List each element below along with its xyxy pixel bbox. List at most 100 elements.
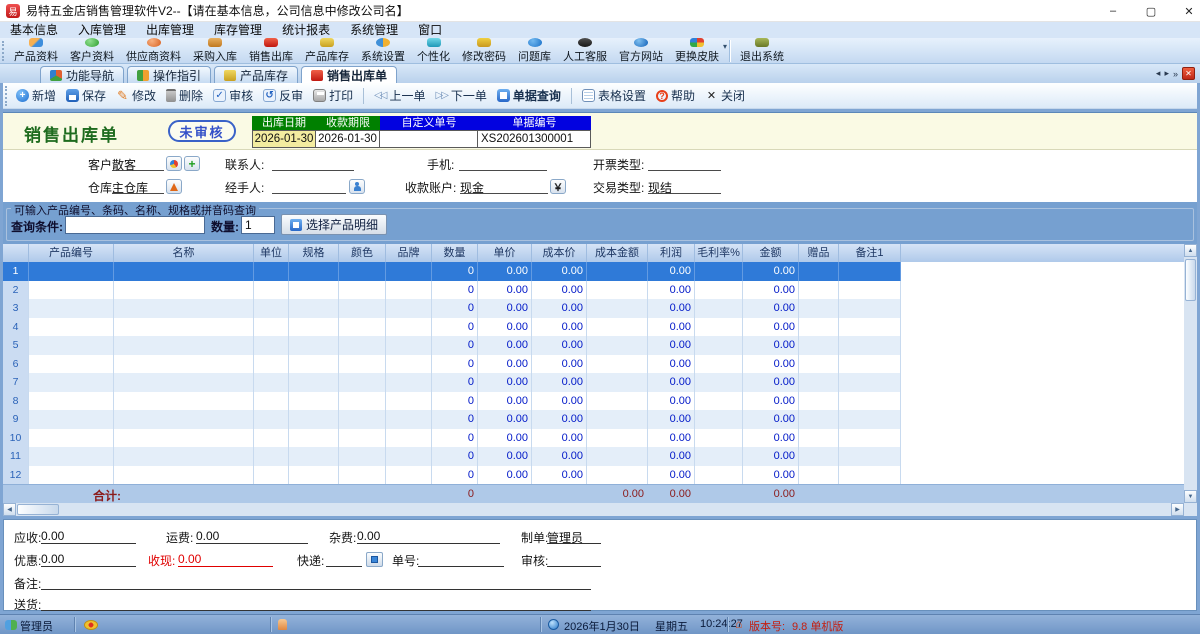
cell-code[interactable] (29, 373, 114, 392)
column-header-profit[interactable]: 利润 (648, 244, 695, 262)
cell-margin[interactable] (695, 336, 743, 355)
payment-account-field[interactable]: 现金 (460, 179, 548, 194)
cell-rownum[interactable]: 6 (3, 355, 29, 374)
cell-cost[interactable]: 0.00 (532, 429, 587, 448)
column-header-color[interactable]: 颜色 (339, 244, 386, 262)
cell-unit[interactable] (254, 447, 289, 466)
scroll-right-icon[interactable]: ▶ (1171, 503, 1184, 516)
cell-note1[interactable] (839, 299, 901, 318)
cell-margin[interactable] (695, 447, 743, 466)
customer-lookup-button[interactable] (166, 156, 182, 171)
menu-reports[interactable]: 统计报表 (272, 22, 340, 38)
cell-price[interactable]: 0.00 (478, 429, 532, 448)
cell-name[interactable] (114, 281, 254, 300)
cell-name[interactable] (114, 447, 254, 466)
cell-spec[interactable] (289, 281, 339, 300)
cell-qty[interactable]: 0 (432, 299, 478, 318)
receivable-field[interactable]: 0.00 (41, 529, 136, 544)
column-header-unit[interactable]: 单位 (254, 244, 289, 262)
cell-gift[interactable] (799, 299, 839, 318)
currency-button[interactable]: ￥ (550, 179, 566, 194)
menu-outbound[interactable]: 出库管理 (136, 22, 204, 38)
cell-margin[interactable] (695, 318, 743, 337)
cell-color[interactable] (339, 429, 386, 448)
personalize-button[interactable]: 个性化 (411, 38, 456, 64)
cell-name[interactable] (114, 429, 254, 448)
cell-spec[interactable] (289, 410, 339, 429)
warehouse-field[interactable]: 主仓库 (112, 179, 164, 194)
cell-gift[interactable] (799, 262, 839, 281)
cell-cost[interactable]: 0.00 (532, 336, 587, 355)
express-field[interactable] (326, 552, 362, 567)
cell-qty[interactable]: 0 (432, 466, 478, 485)
table-row[interactable]: 100.000.000.000.00 (3, 262, 901, 281)
query-condition-input[interactable] (65, 216, 205, 234)
cell-price[interactable]: 0.00 (478, 466, 532, 485)
waybill-field[interactable] (418, 552, 504, 567)
cell-margin[interactable] (695, 373, 743, 392)
help-button[interactable]: ?帮助 (651, 87, 700, 104)
cell-cost_amount[interactable] (587, 466, 648, 485)
cell-price[interactable]: 0.00 (478, 336, 532, 355)
cell-unit[interactable] (254, 318, 289, 337)
cell-brand[interactable] (386, 466, 432, 485)
grid-settings-button[interactable]: 表格设置 (577, 87, 651, 104)
cell-rownum[interactable]: 2 (3, 281, 29, 300)
cell-gift[interactable] (799, 336, 839, 355)
cell-qty[interactable]: 0 (432, 410, 478, 429)
cell-spec[interactable] (289, 429, 339, 448)
cell-code[interactable] (29, 355, 114, 374)
cell-note1[interactable] (839, 373, 901, 392)
cell-cost[interactable]: 0.00 (532, 262, 587, 281)
menu-inventory[interactable]: 库存管理 (204, 22, 272, 38)
cell-note1[interactable] (839, 281, 901, 300)
new-button[interactable]: +新增 (11, 87, 61, 104)
cell-qty[interactable]: 0 (432, 336, 478, 355)
cell-cost[interactable]: 0.00 (532, 466, 587, 485)
cell-amount[interactable]: 0.00 (743, 429, 799, 448)
delete-button[interactable]: 删除 (161, 87, 208, 104)
custom-number-field[interactable] (379, 130, 478, 148)
cell-rownum[interactable]: 11 (3, 447, 29, 466)
cell-color[interactable] (339, 392, 386, 411)
cell-brand[interactable] (386, 281, 432, 300)
official-website-button[interactable]: 官方网站 (613, 38, 669, 64)
cell-gift[interactable] (799, 447, 839, 466)
cell-price[interactable]: 0.00 (478, 281, 532, 300)
discount-field[interactable]: 0.00 (41, 552, 136, 567)
cell-note1[interactable] (839, 336, 901, 355)
cell-brand[interactable] (386, 299, 432, 318)
cell-gift[interactable] (799, 410, 839, 429)
cell-spec[interactable] (289, 447, 339, 466)
cell-price[interactable]: 0.00 (478, 299, 532, 318)
maximize-button[interactable]: ▢ (1140, 0, 1162, 22)
column-header-price[interactable]: 单价 (478, 244, 532, 262)
cell-note1[interactable] (839, 410, 901, 429)
cell-qty[interactable]: 0 (432, 392, 478, 411)
scroll-left-icon[interactable]: ◀ (3, 503, 16, 516)
change-password-button[interactable]: 修改密码 (456, 38, 512, 64)
cell-note1[interactable] (839, 355, 901, 374)
cell-rownum[interactable]: 3 (3, 299, 29, 318)
cell-cost[interactable]: 0.00 (532, 318, 587, 337)
cell-gift[interactable] (799, 429, 839, 448)
cell-cost_amount[interactable] (587, 262, 648, 281)
cell-qty[interactable]: 0 (432, 281, 478, 300)
column-header-margin[interactable]: 毛利率% (695, 244, 743, 262)
cell-code[interactable] (29, 447, 114, 466)
cell-unit[interactable] (254, 336, 289, 355)
cell-amount[interactable]: 0.00 (743, 299, 799, 318)
customer-service-button[interactable]: 人工客服 (557, 38, 613, 64)
horizontal-scroll-thumb[interactable] (17, 504, 59, 515)
question-bank-button[interactable]: 问题库 (512, 38, 557, 64)
cell-cost_amount[interactable] (587, 299, 648, 318)
cell-price[interactable]: 0.00 (478, 392, 532, 411)
cell-price[interactable]: 0.00 (478, 447, 532, 466)
cell-amount[interactable]: 0.00 (743, 262, 799, 281)
cell-price[interactable]: 0.00 (478, 262, 532, 281)
cell-brand[interactable] (386, 318, 432, 337)
cell-color[interactable] (339, 262, 386, 281)
cell-color[interactable] (339, 466, 386, 485)
trade-type-field[interactable]: 现结 (648, 179, 721, 194)
cell-color[interactable] (339, 447, 386, 466)
